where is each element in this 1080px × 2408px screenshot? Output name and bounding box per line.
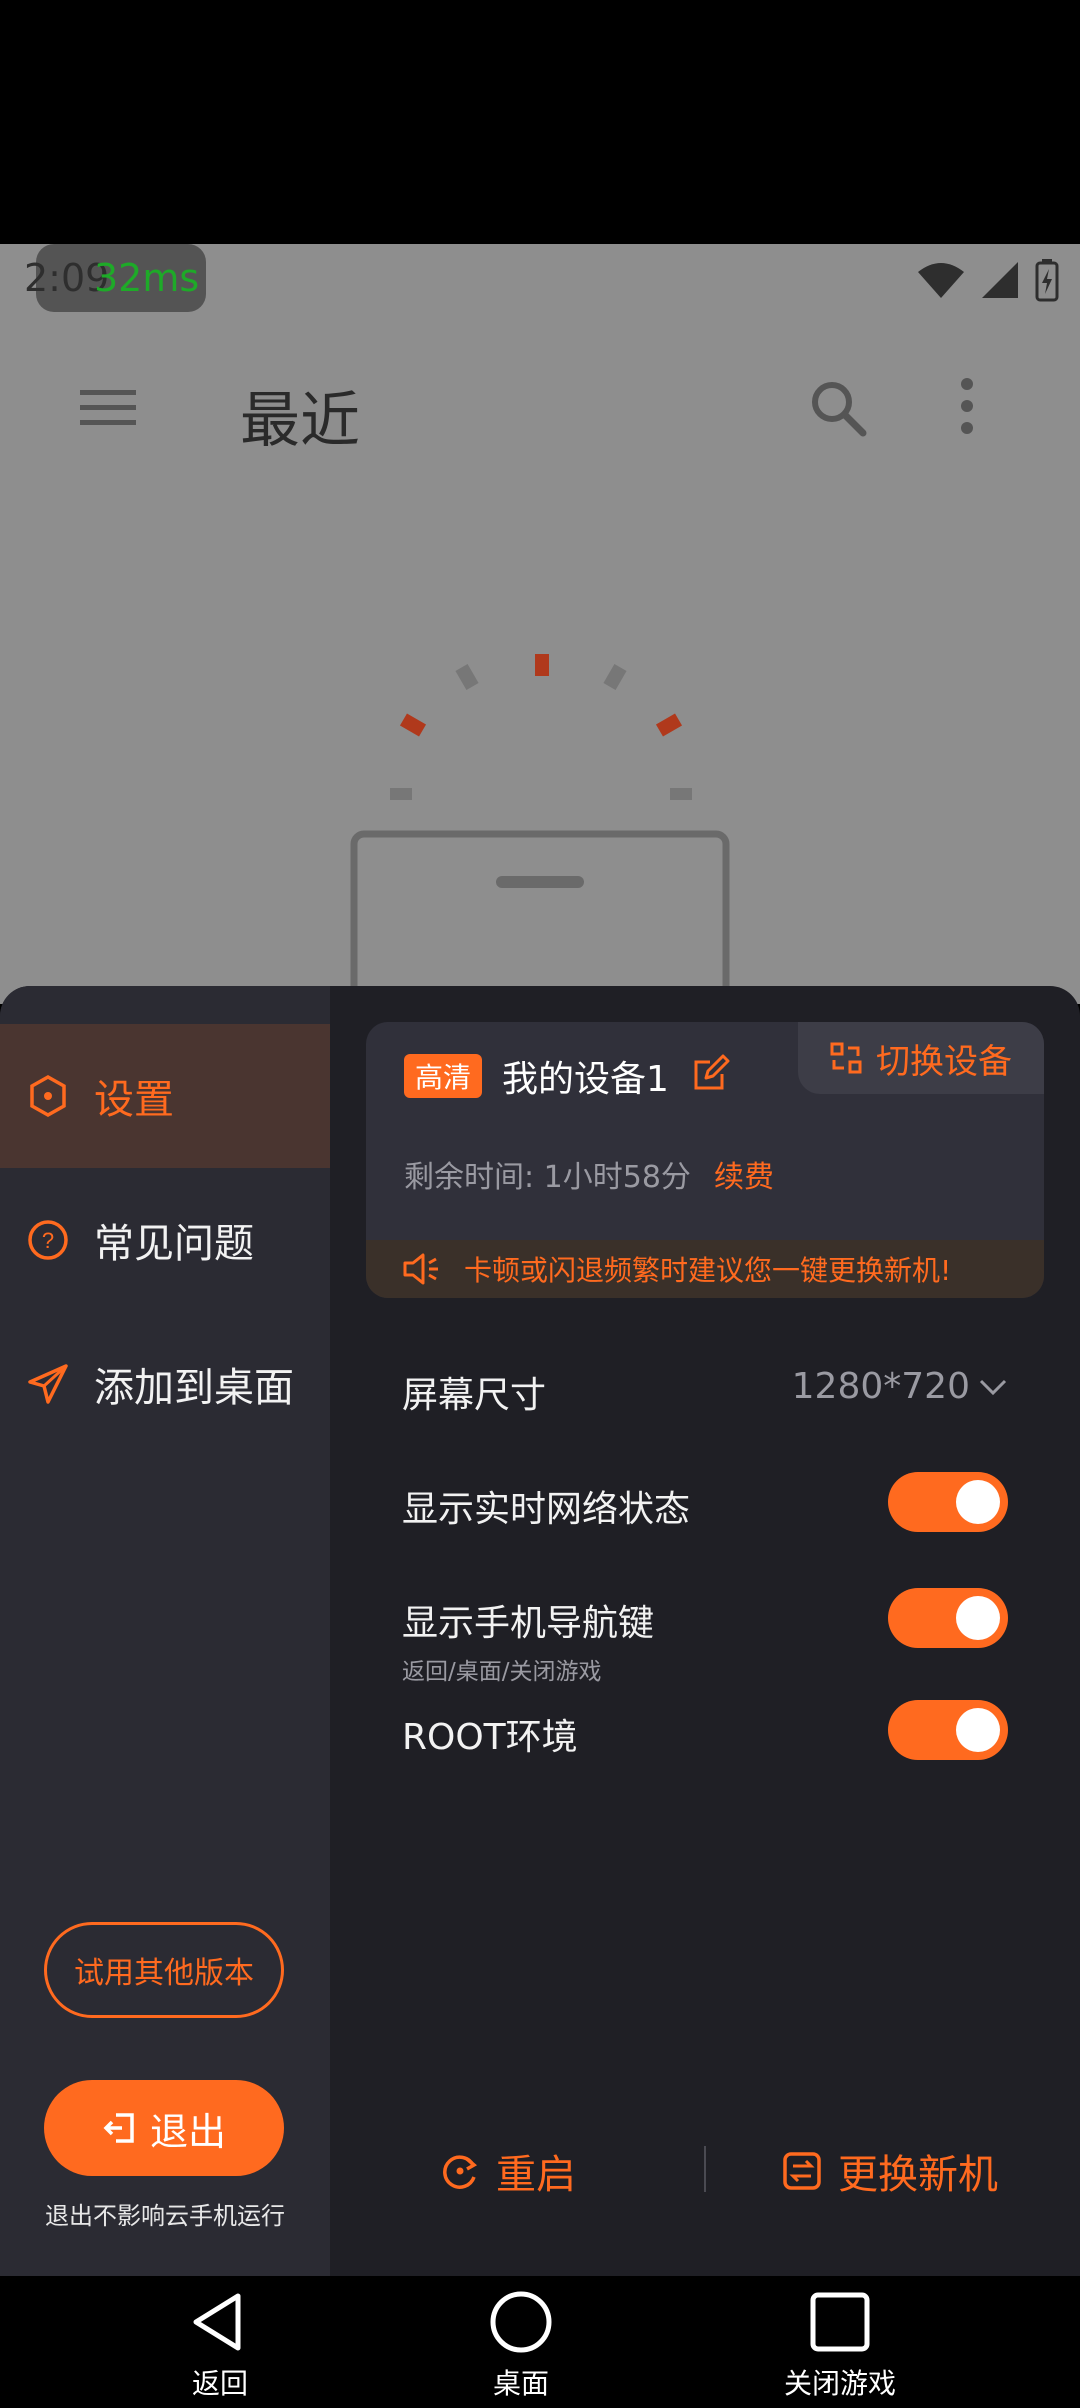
divider [704, 2146, 706, 2192]
chevron-down-icon [979, 1379, 1007, 1395]
top-black-area [0, 0, 1080, 244]
switch-device-label: 切换设备 [876, 1041, 1012, 1082]
navigation-bar: 返回 桌面 关闭游戏 [0, 2276, 1080, 2408]
renew-link[interactable]: 续费 [714, 1152, 774, 1196]
logout-label: 退出 [149, 2109, 226, 2154]
nav-keys-row: 显示手机导航键 返回/桌面/关闭游戏 [402, 1588, 1008, 1686]
sidebar-item-settings[interactable]: 设置 [0, 1024, 330, 1168]
settings-sheet: 设置 ? 常见问题 添加到桌面 试用其他版本 退出 退出不影响云手机运行 高清 … [0, 986, 1080, 2276]
root-label: ROOT环境 [402, 1717, 578, 1758]
home-circle-icon [490, 2291, 552, 2353]
menu-icon [80, 390, 136, 425]
try-other-version-button[interactable]: 试用其他版本 [44, 1922, 284, 2018]
restart-icon [443, 2155, 478, 2189]
screen-size-row: 屏幕尺寸 1280*720 [402, 1366, 1008, 1418]
root-toggle[interactable] [888, 1700, 1008, 1760]
sidebar-item-add-to-desktop[interactable]: 添加到桌面 [0, 1312, 330, 1456]
screen-size-select[interactable]: 1280*720 [792, 1366, 1008, 1407]
logout-button[interactable]: 退出 [44, 2080, 284, 2176]
nav-close-game-label: 关闭游戏 [783, 2367, 896, 2400]
exchange-icon [783, 2152, 821, 2190]
network-status-label: 显示实时网络状态 [402, 1489, 691, 1530]
device-name: 我的设备1 [502, 1059, 669, 1100]
network-status-row: 显示实时网络状态 [402, 1472, 1008, 1532]
network-latency: 32ms [94, 256, 200, 300]
app-title: 最近 [240, 386, 360, 456]
notice-text: 卡顿或闪退频繁时建议您一键更换新机! [464, 1254, 952, 1287]
logout-icon [103, 2113, 134, 2143]
background-app: 2:09 32ms 最近 [0, 244, 1080, 1004]
battery-icon [1035, 259, 1059, 302]
cell-signal-icon [982, 262, 1018, 298]
app-bar: 最近 [0, 354, 1080, 464]
sidebar-item-label: 设置 [94, 1077, 174, 1123]
toggle-knob [956, 1480, 1000, 1524]
logout-note: 退出不影响云手机运行 [45, 2202, 285, 2230]
back-triangle-icon [193, 2293, 241, 2351]
status-icons [916, 258, 1060, 302]
nav-home-label: 桌面 [492, 2367, 549, 2400]
status-bar: 2:09 32ms [0, 244, 1080, 316]
switch-device-button[interactable]: 切换设备 [798, 1022, 1044, 1094]
loading-device-illustration [350, 654, 730, 1004]
search-icon [812, 382, 867, 437]
sidebar: 设置 ? 常见问题 添加到桌面 试用其他版本 退出 退出不影响云手机运行 [0, 986, 330, 2276]
more-vert-icon [961, 378, 973, 434]
square-icon [810, 2292, 870, 2352]
root-row: ROOT环境 [402, 1700, 1008, 1760]
nav-back-label: 返回 [191, 2367, 248, 2400]
hexagon-settings-icon [30, 1074, 66, 1118]
sidebar-item-faq[interactable]: ? 常见问题 [0, 1168, 330, 1312]
wifi-icon [918, 263, 964, 298]
restart-label: 重启 [496, 2152, 576, 2198]
nav-keys-toggle[interactable] [888, 1588, 1008, 1648]
send-icon [28, 1364, 68, 1404]
quality-badge: 高清 [404, 1054, 482, 1098]
nav-close-game-button[interactable]: 关闭游戏 [740, 2290, 940, 2402]
sidebar-item-label: 添加到桌面 [94, 1365, 294, 1411]
toggle-knob [956, 1708, 1000, 1752]
remaining-time: 剩余时间: 1小时58分 [404, 1160, 691, 1195]
screen-size-label: 屏幕尺寸 [402, 1375, 547, 1416]
edit-icon[interactable] [692, 1054, 730, 1092]
switch-device-icon [830, 1042, 862, 1074]
nav-home-button[interactable]: 桌面 [421, 2290, 621, 2402]
notice-bar: 卡顿或闪退频繁时建议您一键更换新机! [366, 1240, 1044, 1298]
help-circle-icon: ? [28, 1220, 68, 1260]
speaker-icon [403, 1253, 438, 1285]
screen-size-value: 1280*720 [791, 1366, 970, 1407]
nav-back-button[interactable]: 返回 [120, 2290, 320, 2402]
svg-text:?: ? [42, 1228, 54, 1253]
restart-button[interactable]: 重启 [440, 2116, 576, 2226]
nav-keys-sub: 返回/桌面/关闭游戏 [402, 1659, 602, 1685]
settings-main: 高清 我的设备1 切换设备 剩余时间: 1小时58分 续费 卡顿或闪退频繁时建议… [330, 986, 1080, 2276]
bottom-actions: 重启 更换新机 [330, 2116, 1080, 2226]
device-card: 高清 我的设备1 切换设备 剩余时间: 1小时58分 续费 卡顿或闪退频繁时建议… [366, 1022, 1044, 1298]
network-status-toggle[interactable] [888, 1472, 1008, 1532]
replace-label: 更换新机 [838, 2152, 998, 2198]
replace-device-button[interactable]: 更换新机 [782, 2116, 998, 2226]
toggle-knob [956, 1596, 1000, 1640]
sidebar-item-label: 常见问题 [94, 1221, 254, 1267]
